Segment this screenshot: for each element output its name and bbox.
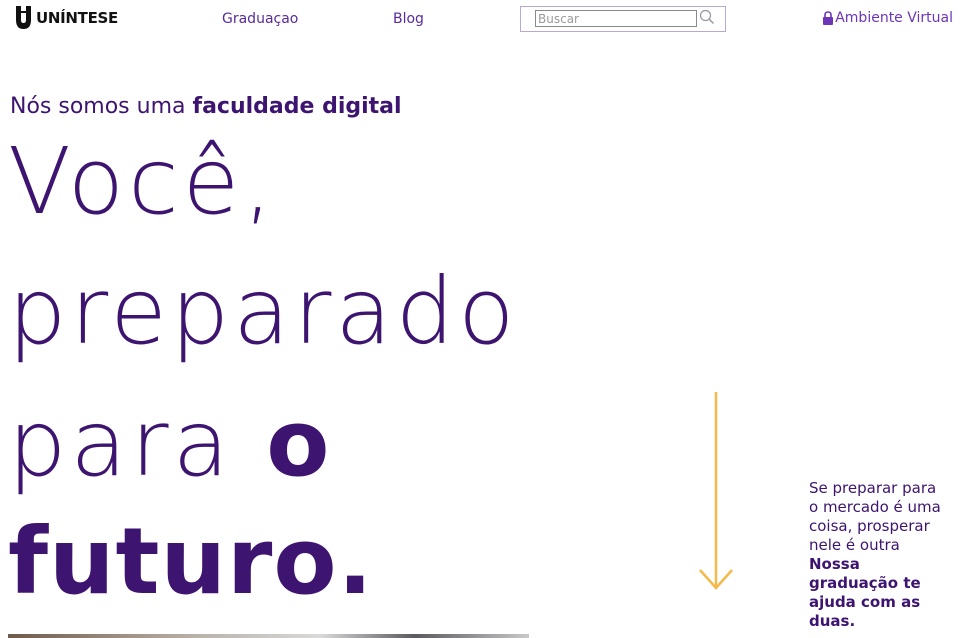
kicker-bold: faculdade digital <box>192 94 402 119</box>
hero-line-4: futuro. <box>8 508 374 615</box>
virtual-environment-link[interactable]: Ambiente Virtual <box>822 10 953 26</box>
hero-line-1: Você, <box>8 128 277 235</box>
search-input[interactable] <box>535 10 697 27</box>
scroll-down-arrow-icon[interactable] <box>698 392 734 592</box>
kicker-regular: Nós somos uma <box>10 94 193 119</box>
logo-text: UNÍNTESE <box>36 9 118 27</box>
search-box <box>520 6 726 32</box>
side-text-regular: Se preparar para o mercado é uma coisa, … <box>809 479 941 554</box>
lock-icon <box>823 11 834 25</box>
hero-line-3-regular: para <box>8 390 267 497</box>
brand-logo[interactable]: UNÍNTESE <box>14 6 118 30</box>
hero-line-3: para o <box>8 390 333 497</box>
side-text-bold: Nossa graduação te ajuda com as duas. <box>809 555 921 630</box>
hero-line-2: preparado <box>8 258 519 365</box>
nav-link-blog[interactable]: Blog <box>393 11 424 27</box>
search-icon[interactable] <box>699 9 715 25</box>
side-description: Se preparar para o mercado é uma coisa, … <box>809 479 949 631</box>
top-navigation: UNÍNTESE Graduaçao Blog Ambiente Virtual <box>0 0 975 40</box>
hero-image <box>8 634 529 638</box>
virtual-environment-label: Ambiente Virtual <box>835 10 953 26</box>
hero-kicker: Nós somos uma faculdade digital <box>10 94 402 119</box>
nav-link-graduacao[interactable]: Graduaçao <box>222 11 298 27</box>
hero-line-3-bold: o <box>266 390 334 497</box>
unintese-logo-icon <box>16 6 31 29</box>
